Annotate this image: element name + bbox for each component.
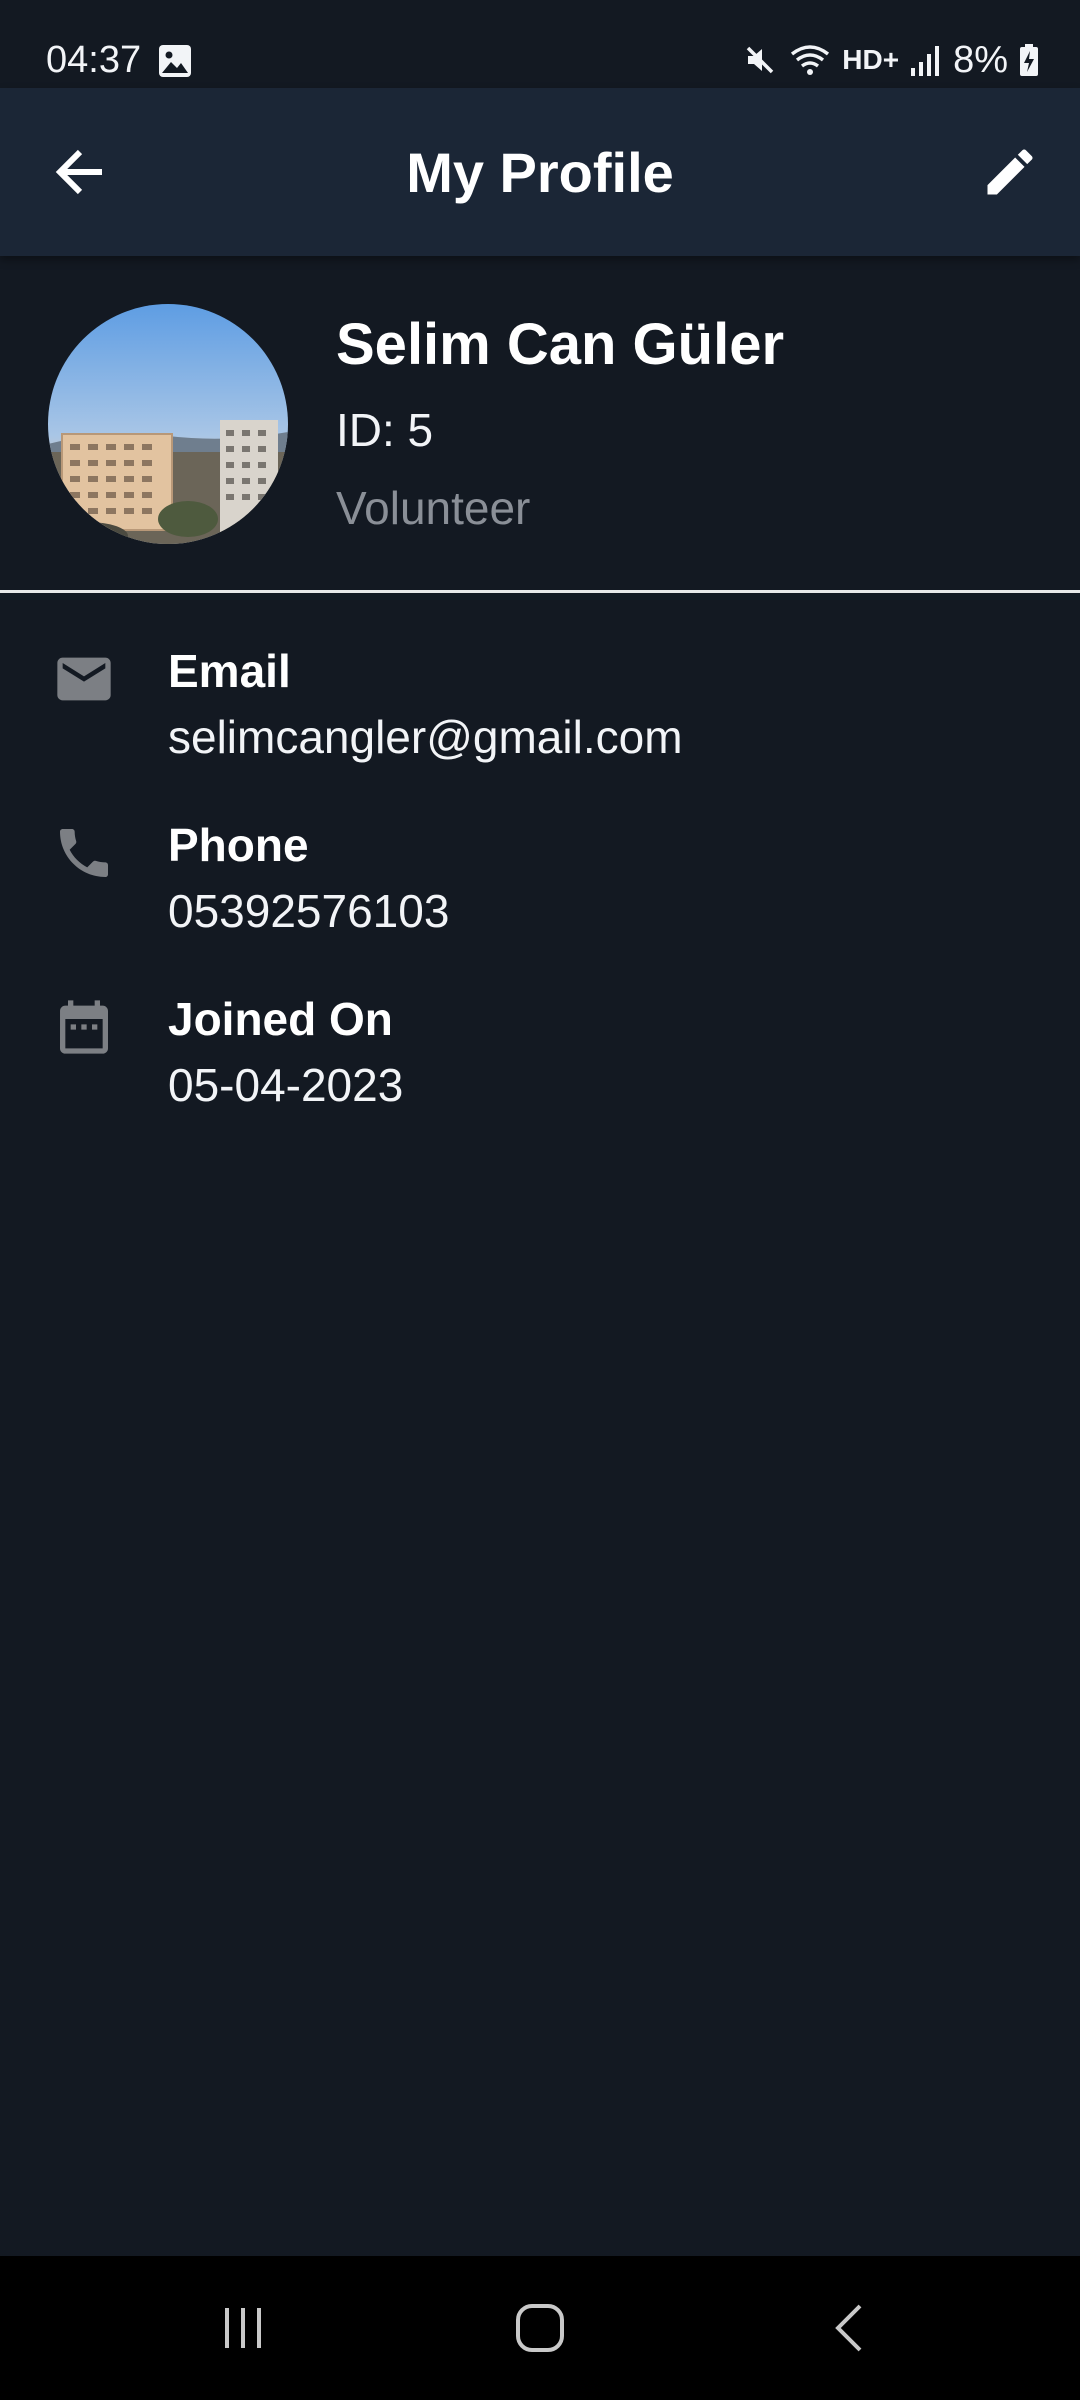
divider	[0, 590, 1080, 593]
joined-value: 05-04-2023	[168, 1059, 404, 1111]
profile-screen: 04:37 HD+ 8% My Profile Selim Can Güler …	[0, 0, 1080, 2400]
profile-role: Volunteer	[336, 482, 531, 534]
profile-id: ID: 5	[336, 404, 434, 456]
arrow-left-icon	[55, 149, 102, 195]
battery-percent: 8%	[953, 39, 1008, 81]
system-nav-bar	[0, 2256, 1080, 2400]
gallery-icon	[158, 44, 192, 78]
status-bar: 04:37 HD+ 8%	[0, 0, 1080, 88]
joined-label: Joined On	[168, 993, 393, 1045]
nav-back-button[interactable]	[790, 2278, 910, 2378]
pencil-icon	[987, 149, 1033, 195]
back-icon	[835, 2304, 862, 2352]
calendar-icon	[48, 991, 120, 1063]
battery-charging-icon	[1018, 42, 1040, 78]
signal-icon	[909, 42, 943, 78]
profile-header: Selim Can Güler ID: 5 Volunteer	[0, 256, 1080, 590]
home-icon	[516, 2304, 564, 2352]
info-item-email: Email selimcangler@gmail.com	[0, 643, 1080, 793]
status-time: 04:37	[46, 39, 142, 81]
phone-label: Phone	[168, 819, 309, 871]
edit-profile-button[interactable]	[970, 132, 1050, 212]
profile-name: Selim Can Güler	[336, 312, 785, 377]
page-title: My Profile	[406, 140, 674, 204]
recent-apps-icon	[225, 2308, 261, 2348]
home-button[interactable]	[480, 2278, 600, 2378]
email-value[interactable]: selimcangler@gmail.com	[168, 709, 683, 765]
status-icons: HD+ 8%	[742, 38, 1040, 82]
network-type: HD+	[842, 44, 900, 75]
avatar[interactable]	[48, 304, 288, 544]
email-icon	[48, 643, 120, 715]
recent-apps-button[interactable]	[183, 2278, 303, 2378]
phone-value[interactable]: 05392576103	[168, 883, 449, 939]
info-item-phone: Phone 05392576103	[0, 817, 1080, 967]
phone-icon	[48, 817, 120, 889]
wifi-icon	[788, 42, 832, 78]
app-bar: My Profile	[0, 88, 1080, 256]
info-item-joined: Joined On 05-04-2023	[0, 991, 1080, 1141]
mute-icon	[742, 42, 778, 78]
email-label: Email	[168, 645, 291, 697]
back-button[interactable]	[40, 132, 120, 212]
